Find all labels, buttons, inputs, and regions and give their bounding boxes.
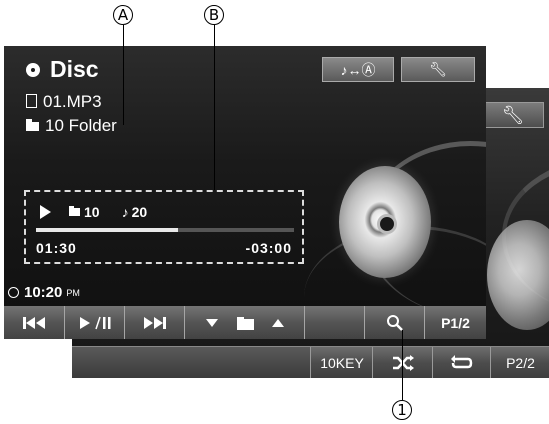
- progress-bar[interactable]: [36, 228, 294, 232]
- screen-page-1: Disc 01.MP3 10 Folder ♪↔Ⓐ 🔧︎ 10 ♪ 20 01:…: [4, 46, 486, 339]
- clock: 10:20 PM: [8, 284, 80, 301]
- page1-control-bar: P1/2: [4, 306, 486, 339]
- elapsed-time: 01:30: [36, 240, 77, 256]
- empty-button[interactable]: [304, 306, 364, 339]
- callout-b: B: [204, 5, 224, 25]
- folder-nav-icon: [205, 316, 284, 330]
- file-name-row: 01.MP3: [26, 92, 102, 112]
- status-row: 10 ♪ 20: [40, 204, 147, 220]
- callout-a: A: [113, 5, 133, 25]
- callout-b-label: B: [208, 6, 220, 24]
- remaining-time: -03:00: [245, 240, 292, 256]
- next-track-button[interactable]: [124, 306, 184, 339]
- folder-icon: [26, 118, 39, 131]
- file-icon: [26, 94, 37, 108]
- source-title: Disc: [26, 56, 99, 83]
- setup-button[interactable]: 🔧︎: [401, 57, 475, 82]
- skip-back-icon: [23, 316, 45, 329]
- tenkey-button[interactable]: 10KEY: [310, 347, 373, 378]
- clock-ampm: PM: [66, 287, 80, 298]
- shuffle-icon: [393, 355, 414, 371]
- wrench-icon: 🔧︎: [501, 105, 525, 125]
- play-pause-button[interactable]: [64, 306, 124, 339]
- folder-number: 10: [84, 204, 100, 220]
- folder-down-up-button[interactable]: [184, 306, 304, 339]
- music-note-icon: ♪: [121, 204, 129, 220]
- callout-a-leader: [123, 25, 124, 125]
- skip-forward-icon: [143, 316, 166, 329]
- sound-toggle-button[interactable]: ♪↔Ⓐ: [322, 57, 394, 82]
- callout-1-leader: [402, 330, 403, 400]
- note-swap-a-icon: ♪↔Ⓐ: [340, 61, 376, 78]
- tenkey-label: 10KEY: [320, 355, 364, 371]
- wrench-icon: 🔧︎: [429, 61, 447, 77]
- progress-fill: [36, 228, 178, 232]
- page-2-button[interactable]: P2/2: [490, 347, 549, 378]
- setup-button-back[interactable]: 🔧︎: [482, 102, 544, 128]
- disc-artwork: [339, 166, 431, 278]
- page2-control-bar: 10KEY P2/2: [72, 346, 549, 378]
- file-name: 01.MP3: [43, 92, 102, 111]
- folder-name: 10 Folder: [45, 116, 117, 135]
- page-2-label: P2/2: [506, 355, 535, 371]
- repeat-button[interactable]: [432, 347, 491, 378]
- disc-icon: [26, 62, 40, 77]
- repeat-icon: [451, 355, 473, 369]
- callout-1: 1: [392, 400, 412, 420]
- folder-name-row: 10 Folder: [26, 116, 117, 136]
- callout-b-leader: [214, 25, 215, 190]
- clock-icon: [8, 287, 19, 298]
- search-icon: [386, 314, 403, 331]
- page-1-button[interactable]: P1/2: [424, 306, 486, 339]
- folder-icon: [69, 206, 80, 216]
- disc-artwork: [487, 220, 549, 330]
- track-number: 20: [131, 204, 148, 220]
- clock-time: 10:20: [24, 284, 63, 301]
- play-pause-icon: [79, 316, 110, 329]
- page-1-label: P1/2: [441, 314, 470, 331]
- playback-status-area: 10 ♪ 20 01:30 -03:00: [24, 190, 304, 264]
- search-button[interactable]: [364, 306, 424, 339]
- callout-a-label: A: [117, 6, 129, 24]
- callout-1-label: 1: [397, 401, 407, 419]
- play-status-icon: [40, 205, 51, 219]
- source-label: Disc: [50, 56, 99, 82]
- prev-track-button[interactable]: [4, 306, 64, 339]
